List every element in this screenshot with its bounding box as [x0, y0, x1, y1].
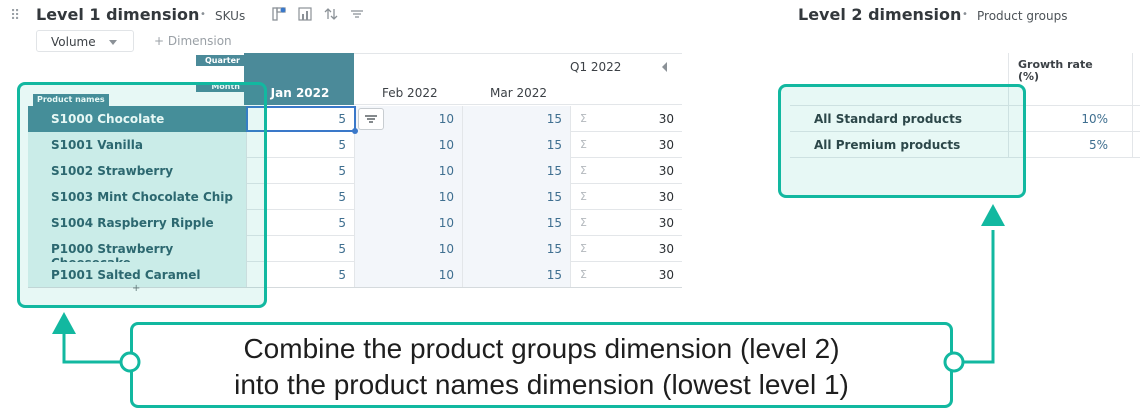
level1-separator: • [200, 9, 206, 20]
callout-box: Combine the product groups dimension (le… [130, 322, 953, 408]
cell-feb[interactable]: 10 [354, 210, 462, 236]
pivot-icon[interactable] [272, 7, 286, 21]
chart-icon[interactable] [298, 7, 312, 21]
filter-lines-icon[interactable] [350, 7, 364, 21]
month-header-mar[interactable]: Mar 2022 [490, 81, 547, 105]
level2-title: Level 2 dimension [798, 5, 962, 24]
collapse-caret-icon[interactable] [662, 62, 667, 72]
cell-mar[interactable]: 15 [462, 210, 570, 236]
sum-icon: Σ [580, 268, 587, 281]
sum-icon: Σ [580, 112, 587, 125]
cell-feb[interactable]: 10 [354, 132, 462, 158]
growth-rate-header[interactable]: Growth rate (%) [1018, 59, 1108, 83]
cell-feb[interactable]: 10 [354, 184, 462, 210]
chevron-down-icon [109, 40, 117, 45]
sum-icon: Σ [580, 190, 587, 203]
callout-line-1: Combine the product groups dimension (le… [243, 333, 840, 364]
level1-subtitle: SKUs [215, 9, 246, 23]
sum-icon: Σ [580, 164, 587, 177]
header-divider [354, 104, 682, 105]
cell-mar[interactable]: 15 [462, 132, 570, 158]
sum-icon: Σ [580, 242, 587, 255]
product-groups-highlight [778, 84, 1026, 198]
cell-options-button[interactable] [358, 108, 384, 130]
sort-icon[interactable] [324, 7, 338, 21]
cell-feb[interactable]: 10 [354, 262, 462, 288]
month-header-feb[interactable]: Feb 2022 [382, 81, 438, 105]
callout-line-2: into the product names dimension (lowest… [234, 369, 849, 400]
drag-handle-icon[interactable]: ⠿ [10, 8, 20, 24]
add-dimension-button[interactable]: + Dimension [154, 34, 232, 48]
quarter-dimension-label[interactable]: Quarter [196, 55, 244, 66]
cell-feb[interactable]: 10 [354, 158, 462, 184]
volume-dropdown[interactable]: Volume [36, 30, 134, 52]
sum-icon: Σ [580, 216, 587, 229]
level2-subtitle: Product groups [977, 9, 1068, 23]
quarter-header[interactable]: Q1 2022 [570, 60, 621, 74]
level1-title: Level 1 dimension [36, 5, 200, 24]
filter-lines-icon [365, 115, 377, 123]
cell-mar[interactable]: 15 [462, 106, 570, 132]
sum-icon: Σ [580, 138, 587, 151]
quarter-header-row [354, 53, 682, 81]
level2-separator: • [962, 9, 968, 20]
cell-mar[interactable]: 15 [462, 158, 570, 184]
cell-mar[interactable]: 15 [462, 184, 570, 210]
product-names-highlight [17, 82, 267, 308]
growth-rate-cell[interactable]: 5% [1018, 138, 1108, 152]
cell-feb[interactable]: 10 [354, 236, 462, 262]
volume-label: Volume [51, 35, 96, 49]
growth-rate-cell[interactable]: 10% [1018, 112, 1108, 126]
fill-handle[interactable] [352, 128, 358, 134]
cell-mar[interactable]: 15 [462, 236, 570, 262]
cell-mar[interactable]: 15 [462, 262, 570, 288]
